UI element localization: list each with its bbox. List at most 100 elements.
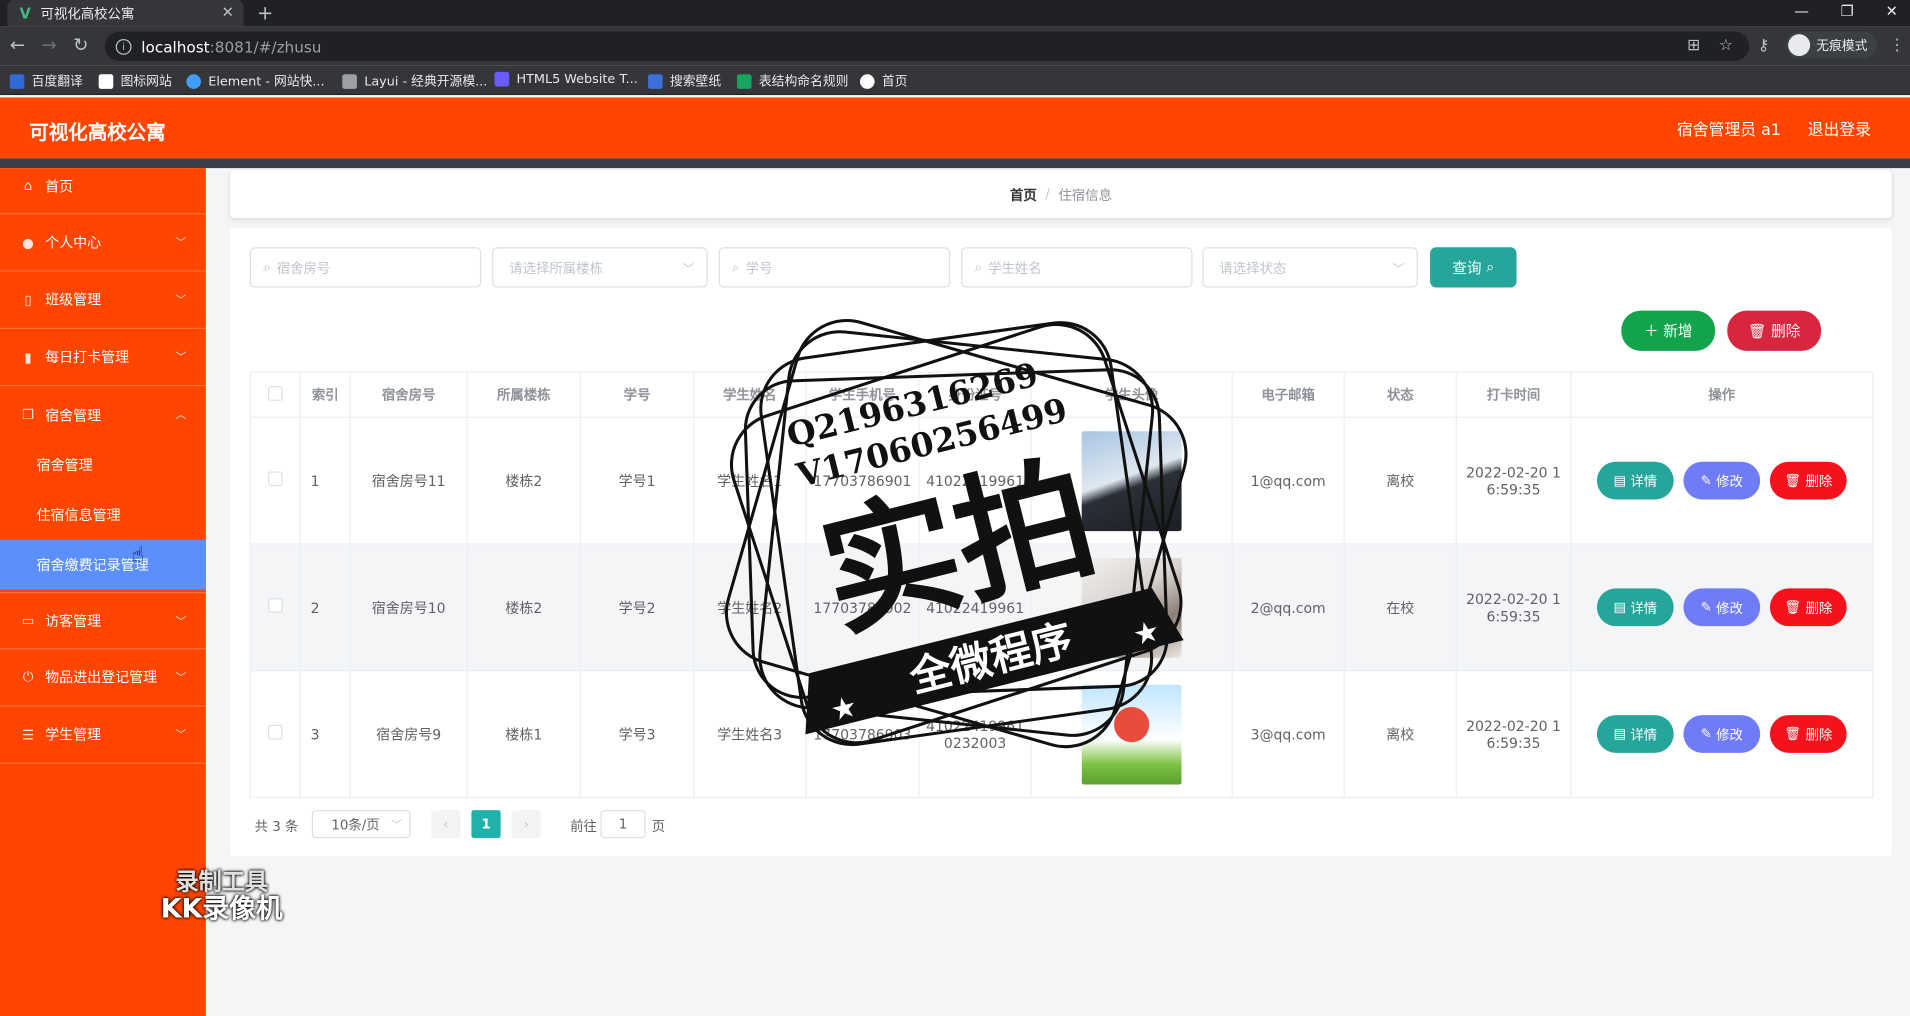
delete-row-button[interactable]: 🗑 删除 <box>1769 588 1847 627</box>
back-icon[interactable]: ← <box>10 34 25 56</box>
batch-delete-button[interactable]: 🗑 删除 <box>1727 310 1822 351</box>
site-info-icon[interactable]: i <box>115 38 132 55</box>
column-header[interactable]: 学号 <box>579 371 695 418</box>
lodging-table: 索引 宿舍房号 所属楼栋 学号 学生姓名 学生手机号 身份证号 学生头像 电子邮… <box>249 371 1874 798</box>
sidebar-item-profile[interactable]: ● 个人中心 ﹀ <box>0 214 206 272</box>
chevron-down-icon: ﹀ <box>682 263 695 277</box>
bookmark-item[interactable]: 百度翻译 <box>9 72 83 90</box>
breadcrumb-home[interactable]: 首页 <box>1010 185 1037 204</box>
column-header[interactable]: 索引 <box>299 371 351 418</box>
pencil-icon: ✎ <box>1700 472 1712 489</box>
bookmark-star-icon[interactable]: ☆ <box>1719 37 1733 55</box>
column-header[interactable]: 学生头像 <box>1030 371 1233 418</box>
reload-icon[interactable]: ↻ <box>73 34 88 56</box>
column-header[interactable]: 电子邮箱 <box>1231 371 1345 418</box>
bookmark-item[interactable]: 图标网站 <box>98 72 172 90</box>
tab-close-icon[interactable]: ✕ <box>222 4 234 21</box>
translate-icon[interactable]: ⊞ <box>1687 37 1700 55</box>
app-brand: 可视化高校公寓 <box>29 120 166 144</box>
select-all-checkbox[interactable] <box>267 385 283 401</box>
student-no-input[interactable]: ⌕ 学号 <box>718 247 951 288</box>
edit-button[interactable]: ✎ 修改 <box>1683 461 1761 500</box>
forward-icon[interactable]: → <box>41 34 56 56</box>
bookmark-item[interactable]: HTML5 Website T... <box>494 71 638 87</box>
sidebar-item-goods[interactable]: ⏻ 物品进出登记管理 ﹀ <box>0 649 206 707</box>
building-select[interactable]: 请选择所属楼栋 ﹀ <box>492 247 708 288</box>
table-header-row: 索引 宿舍房号 所属楼栋 学号 学生姓名 学生手机号 身份证号 学生头像 电子邮… <box>249 371 1874 418</box>
bookmark-item[interactable]: 首页 <box>859 72 907 90</box>
bookmark-item[interactable]: 表结构命名规则 <box>736 72 848 90</box>
cell-status: 离校 <box>1343 416 1457 545</box>
edit-button[interactable]: ✎ 修改 <box>1683 588 1761 627</box>
minimize-icon[interactable]: — <box>1794 2 1809 19</box>
column-header[interactable]: 所属楼栋 <box>466 371 582 418</box>
cell-student-no: 学号2 <box>579 543 695 672</box>
add-button[interactable]: ＋ 新增 <box>1621 310 1716 351</box>
chevron-down-icon: ﹀ <box>175 237 187 250</box>
cell-phone: 17703786903 <box>805 670 920 798</box>
pencil-icon: ✎ <box>1700 726 1712 742</box>
detail-button[interactable]: ▤ 详情 <box>1596 588 1674 627</box>
breadcrumb-separator: / <box>1045 186 1050 203</box>
page-number-current[interactable]: 1 <box>471 810 501 839</box>
sidebar-item-class[interactable]: ▯ 班级管理 ﹀ <box>0 272 206 329</box>
chevron-down-icon: ﹀ <box>175 616 187 629</box>
sidebar-item-students[interactable]: ☰ 学生管理 ﹀ <box>0 707 206 764</box>
plus-icon: ＋ <box>1643 322 1659 340</box>
cell-room: 宿舍房号11 <box>349 416 468 545</box>
address-bar[interactable]: i localhost:8081/#/zhusu <box>104 31 1750 61</box>
detail-button[interactable]: ▤ 详情 <box>1596 715 1674 753</box>
query-button[interactable]: 查询 ⌕ <box>1430 247 1517 288</box>
next-page-button[interactable]: › <box>511 810 541 839</box>
column-header[interactable]: 宿舍房号 <box>349 371 468 418</box>
sidebar-subitem-dorm[interactable]: 宿舍管理 <box>0 440 206 490</box>
page-size-select[interactable]: 10条/页 ﹀ <box>311 810 411 839</box>
home-icon: ⌂ <box>23 177 33 194</box>
delete-row-button[interactable]: 🗑 删除 <box>1769 715 1847 753</box>
goto-page-input[interactable]: 1 <box>600 810 646 839</box>
bookmarks-bar: 百度翻译 图标网站 Element - 网站快... Layui - 经典开源模… <box>0 65 1910 96</box>
recorder-watermark: 录制工具 KK录像机 <box>161 870 283 924</box>
sidebar-item-checkin[interactable]: ▮ 每日打卡管理 ﹀ <box>0 329 206 387</box>
detail-button[interactable]: ▤ 详情 <box>1596 461 1674 500</box>
search-icon: ⌕ <box>1486 258 1495 276</box>
sidebar-item-dorm[interactable]: ❐ 宿舍管理 ︿ <box>0 386 206 443</box>
cell-id-card: 41022419961 <box>918 543 1032 672</box>
pagination-total: 共 3 条 <box>254 818 299 835</box>
sidebar-item-visitor[interactable]: ▭ 访客管理 ﹀ <box>0 592 206 650</box>
column-header[interactable]: 学生手机号 <box>805 371 920 418</box>
browser-menu-icon[interactable]: ⋮ <box>1889 37 1905 55</box>
row-checkbox[interactable] <box>267 598 283 613</box>
new-tab-icon[interactable]: + <box>257 1 273 24</box>
row-checkbox[interactable] <box>267 724 283 740</box>
sidebar-subitem-fees[interactable]: 宿舍缴费记录管理 <box>0 539 206 590</box>
cell-status: 离校 <box>1343 670 1457 798</box>
column-header[interactable]: 学生姓名 <box>693 371 807 418</box>
student-avatar <box>1081 557 1182 658</box>
row-checkbox[interactable] <box>267 471 283 487</box>
bookmark-item[interactable]: Layui - 经典开源模... <box>342 72 487 90</box>
search-icon: ⌕ <box>974 258 983 275</box>
prev-page-button[interactable]: ‹ <box>431 810 461 839</box>
delete-row-button[interactable]: 🗑 删除 <box>1769 461 1847 500</box>
edit-button[interactable]: ✎ 修改 <box>1683 715 1761 753</box>
restore-icon[interactable]: ❐ <box>1841 2 1854 19</box>
column-header[interactable]: 身份证号 <box>918 371 1032 418</box>
logout-link[interactable]: 退出登录 <box>1808 117 1871 140</box>
bookmark-item[interactable]: Element - 网站快... <box>186 72 325 90</box>
key-icon[interactable]: ⚷ <box>1758 37 1770 55</box>
column-header[interactable]: 状态 <box>1343 371 1457 418</box>
sidebar-item-home[interactable]: ⌂ 首页 <box>0 158 206 215</box>
incognito-badge[interactable]: 无痕模式 <box>1785 31 1878 59</box>
student-name-input[interactable]: ⌕ 学生姓名 <box>961 247 1193 288</box>
sidebar-subitem-lodging[interactable]: 住宿信息管理 <box>0 490 206 540</box>
window-close-icon[interactable]: ✕ <box>1886 2 1898 19</box>
browser-tab[interactable]: V 可视化高校公寓 ✕ <box>7 0 244 27</box>
browser-toolbar: ← → ↻ i localhost:8081/#/zhusu ⊞ ☆ ⚷ 无痕模… <box>0 26 1910 66</box>
status-select[interactable]: 请选择状态 ﹀ <box>1202 247 1418 288</box>
column-header[interactable]: 打卡时间 <box>1455 371 1572 418</box>
cell-student-no: 学号3 <box>579 670 695 798</box>
room-search-input[interactable]: ⌕ 宿舍房号 <box>249 247 482 288</box>
bookmark-item[interactable]: 搜索壁纸 <box>648 72 721 90</box>
cell-time: 2022-02-20 1 6:59:35 <box>1455 416 1572 545</box>
